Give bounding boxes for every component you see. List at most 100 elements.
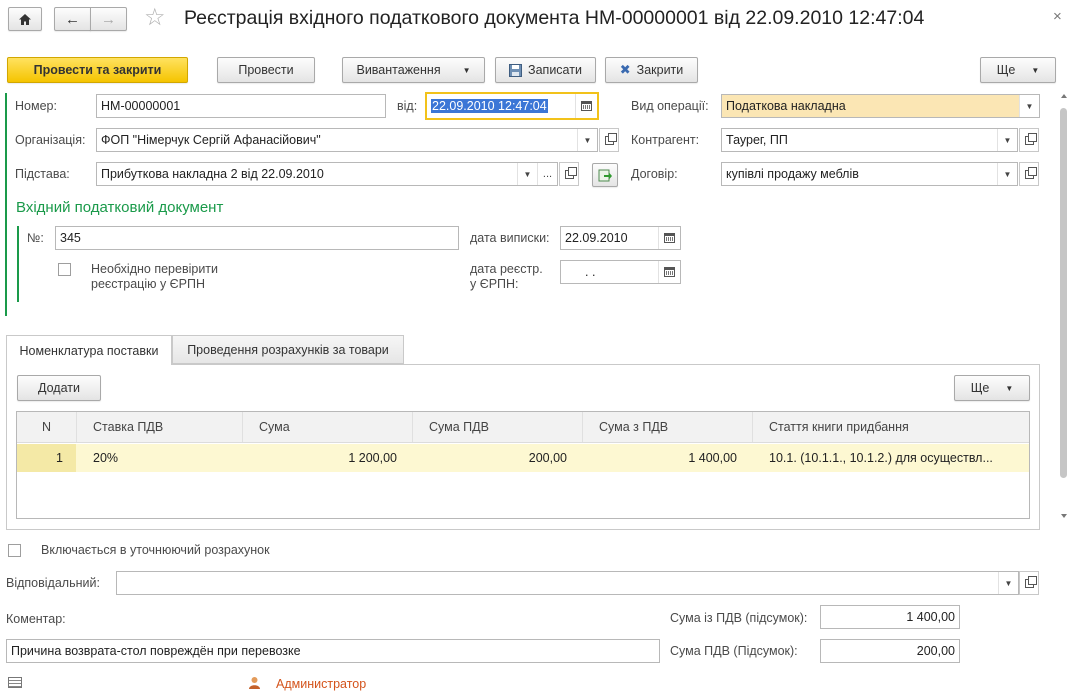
chevron-down-icon[interactable]: ▼ xyxy=(997,163,1017,185)
open-icon xyxy=(1024,166,1037,179)
vertical-scrollbar[interactable] xyxy=(1059,94,1069,526)
more-label: Ще xyxy=(996,63,1016,77)
tab-nomenclature[interactable]: Номенклатура поставки xyxy=(6,335,172,365)
close-icon: ✖ xyxy=(619,62,631,77)
counterparty-field[interactable]: Таурег, ПП ▼ xyxy=(721,128,1018,152)
row-sum-cell: 1 200,00 xyxy=(348,451,397,465)
operation-field[interactable]: Податкова накладна ▼ xyxy=(721,94,1040,118)
row-article-cell: 10.1. (10.1.1., 10.1.2.) для осуществл..… xyxy=(769,451,993,465)
comment-value: Причина возврата-стол повреждён при пере… xyxy=(11,644,301,658)
open-icon xyxy=(564,166,577,179)
table-row[interactable]: 1 20% 1 200,00 200,00 1 400,00 10.1. (10… xyxy=(17,444,1029,472)
scroll-up-arrow-icon[interactable] xyxy=(1061,94,1067,98)
calendar-button[interactable] xyxy=(575,94,597,118)
more-actions-button[interactable]: Ще ▼ xyxy=(980,57,1056,83)
post-button[interactable]: Провести xyxy=(217,57,315,83)
author-name[interactable]: Администратор xyxy=(276,677,366,691)
sum-vat-value: 200,00 xyxy=(916,644,955,658)
chevron-down-icon[interactable]: ▼ xyxy=(577,129,597,151)
add-row-button[interactable]: Додати xyxy=(17,375,101,401)
number-field[interactable]: НМ-00000001 xyxy=(96,94,386,118)
save-button[interactable]: Записати xyxy=(495,57,596,83)
check-erpn-label-1: Необхідно перевірити xyxy=(91,262,219,276)
sum-vat-label: Сума ПДВ (Підсумок): xyxy=(670,644,798,658)
chevron-down-icon[interactable]: ▼ xyxy=(998,572,1018,594)
responsible-field[interactable]: ▼ xyxy=(116,571,1019,595)
floppy-disk-icon xyxy=(509,63,523,77)
calendar-button[interactable] xyxy=(658,227,680,249)
col-vat-header[interactable]: Сума ПДВ xyxy=(413,412,583,442)
basis-value: Прибуткова накладна 2 від 22.09.2010 xyxy=(101,167,324,181)
chevron-down-icon[interactable]: ▼ xyxy=(517,163,537,185)
incoming-number-field[interactable]: 345 xyxy=(55,226,459,250)
date-label: від: xyxy=(397,99,418,113)
responsible-label: Відповідальний: xyxy=(6,576,100,590)
include-checkbox[interactable] xyxy=(8,544,21,557)
date-value-wrap: 22.09.2010 12:47:04 xyxy=(427,99,575,113)
scrollbar-thumb[interactable] xyxy=(1060,108,1067,478)
number-value: НМ-00000001 xyxy=(101,99,181,113)
tab-nomenclature-label: Номенклатура поставки xyxy=(19,343,159,358)
favorite-star-icon[interactable]: ☆ xyxy=(144,5,166,31)
row-total-cell: 1 400,00 xyxy=(688,451,737,465)
sum-vat-field: 200,00 xyxy=(820,639,960,663)
tab-settlements-label: Проведення розрахунків за товари xyxy=(187,342,389,357)
col-sum-header[interactable]: Сума xyxy=(243,412,413,442)
calendar-icon xyxy=(664,267,675,277)
comment-label: Коментар: xyxy=(6,612,66,626)
sum-with-vat-value: 1 400,00 xyxy=(906,610,955,624)
contract-field[interactable]: купівлі продажу меблів ▼ xyxy=(721,162,1018,186)
operation-value: Податкова накладна xyxy=(726,99,846,113)
back-button[interactable]: ← xyxy=(54,7,91,31)
issue-date-value: 22.09.2010 xyxy=(565,231,628,245)
open-responsible-button[interactable] xyxy=(1019,571,1039,595)
open-org-button[interactable] xyxy=(599,128,619,152)
forward-button[interactable]: → xyxy=(90,7,127,31)
arrow-right-icon: → xyxy=(101,10,116,28)
post-and-close-button[interactable]: Провести та закрити xyxy=(7,57,188,83)
operation-label: Вид операції: xyxy=(631,99,709,113)
date-value: 22.09.2010 12:47:04 xyxy=(431,99,548,113)
calendar-icon xyxy=(664,233,675,243)
number-label: Номер: xyxy=(15,99,57,113)
arrow-left-icon: ← xyxy=(65,10,80,28)
close-window-icon[interactable]: × xyxy=(1053,8,1062,25)
open-counterparty-button[interactable] xyxy=(1019,128,1039,152)
home-button[interactable] xyxy=(8,7,42,31)
scroll-down-arrow-icon[interactable] xyxy=(1061,514,1067,518)
comment-field[interactable]: Причина возврата-стол повреждён при пере… xyxy=(6,639,660,663)
include-label: Включається в уточнюючий розрахунок xyxy=(41,543,270,557)
fill-from-basis-button[interactable] xyxy=(592,163,618,187)
chevron-down-icon[interactable]: ▼ xyxy=(1019,95,1039,117)
col-article-header[interactable]: Стаття книги придбання xyxy=(753,412,1029,442)
open-basis-button[interactable] xyxy=(559,162,579,186)
reg-date-field[interactable]: . . xyxy=(560,260,681,284)
dropdown-arrow-icon: ▼ xyxy=(1005,383,1014,393)
issue-date-field[interactable]: 22.09.2010 xyxy=(560,226,681,250)
date-field[interactable]: 22.09.2010 12:47:04 xyxy=(425,92,599,120)
tab-settlements[interactable]: Проведення розрахунків за товари xyxy=(172,335,404,364)
org-field[interactable]: ФОП "Німерчук Сергій Афанасійович" ▼ xyxy=(96,128,598,152)
basis-field[interactable]: Прибуткова накладна 2 від 22.09.2010 ▼ .… xyxy=(96,162,558,186)
open-contract-button[interactable] xyxy=(1019,162,1039,186)
reg-date-label-1: дата реєстр. xyxy=(470,262,543,276)
section-accent-bar xyxy=(17,226,19,302)
col-n-header[interactable]: N xyxy=(17,412,77,442)
calendar-button[interactable] xyxy=(658,261,680,283)
window-title: Реєстрація вхідного податкового документ… xyxy=(184,7,925,29)
incoming-number-value: 345 xyxy=(60,231,81,245)
col-rate-header[interactable]: Ставка ПДВ xyxy=(77,412,243,442)
export-button[interactable]: Вивантаження ▼ xyxy=(342,57,485,83)
select-dots-button[interactable]: ... xyxy=(537,163,557,185)
table-more-button[interactable]: Ще ▼ xyxy=(954,375,1030,401)
chevron-down-icon[interactable]: ▼ xyxy=(997,129,1017,151)
reg-date-label-2: у ЄРПН: xyxy=(470,277,519,291)
open-icon xyxy=(1024,575,1037,588)
sum-with-vat-label: Сума із ПДВ (підсумок): xyxy=(670,611,808,625)
check-erpn-checkbox[interactable] xyxy=(58,263,71,276)
document-list-icon[interactable] xyxy=(8,677,22,688)
issue-date-label: дата виписки: xyxy=(470,231,550,245)
counterparty-label: Контрагент: xyxy=(631,133,700,147)
close-button[interactable]: ✖ Закрити xyxy=(605,57,698,83)
col-total-header[interactable]: Сума з ПДВ xyxy=(583,412,753,442)
